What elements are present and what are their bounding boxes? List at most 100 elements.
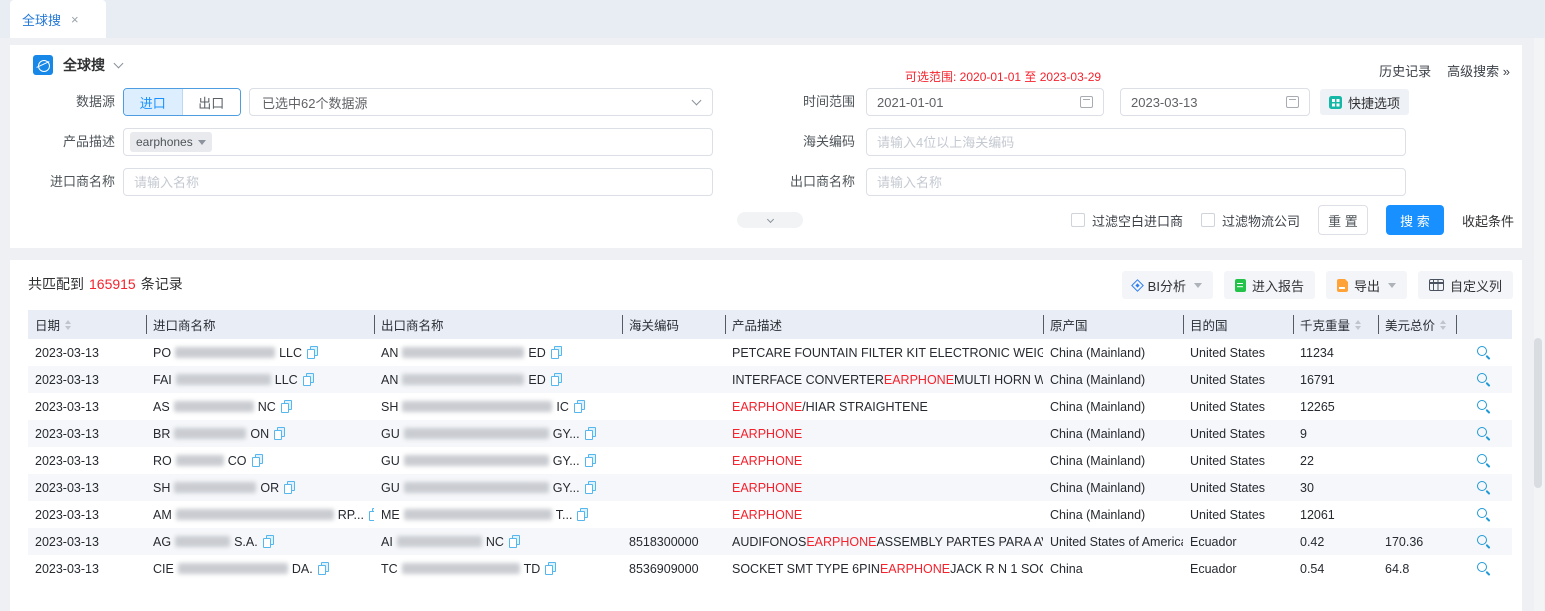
copy-icon[interactable] (577, 508, 588, 521)
tab-global-search[interactable]: 全球搜 × (10, 0, 106, 38)
row-actions-cell (1456, 474, 1512, 501)
advanced-search-link[interactable]: 高级搜索 » (1447, 61, 1510, 80)
data-source-select[interactable]: 已选中62个数据源 (249, 88, 713, 116)
search-button[interactable]: 搜 索 (1386, 205, 1444, 235)
copy-icon[interactable] (585, 454, 596, 467)
bi-analysis-button[interactable]: BI分析 (1122, 271, 1213, 299)
product-desc-cell: SOCKET SMT TYPE 6PIN EARPHONE JACK R N 1… (725, 555, 1043, 582)
copy-icon[interactable] (303, 373, 314, 386)
sort-icon[interactable] (1440, 320, 1446, 330)
row-detail-search-icon[interactable] (1477, 400, 1491, 414)
exporter-name-prefix: SH (381, 400, 398, 414)
export-button[interactable]: 导出 (1326, 271, 1407, 299)
copy-icon[interactable] (369, 508, 374, 521)
reset-button[interactable]: 重 置 (1318, 205, 1368, 235)
collapse-conditions-link[interactable]: 收起条件 (1462, 211, 1514, 230)
date-cell: 2023-03-13 (28, 366, 146, 393)
copy-icon[interactable] (307, 346, 318, 359)
row-actions-cell (1456, 420, 1512, 447)
copy-icon[interactable] (585, 427, 596, 440)
row-detail-search-icon[interactable] (1477, 562, 1491, 576)
column-header[interactable]: 海关编码 (622, 310, 725, 339)
scrollbar-thumb[interactable] (1534, 338, 1542, 488)
column-header[interactable]: 产品描述 (725, 310, 1043, 339)
copy-icon[interactable] (551, 373, 562, 386)
copy-icon[interactable] (545, 562, 556, 575)
importer-input[interactable] (124, 169, 712, 195)
row-detail-search-icon[interactable] (1477, 535, 1491, 549)
product-text: AUDIFONOS (732, 535, 806, 549)
exporter-name-prefix: AN (381, 346, 398, 360)
tab-close-icon[interactable]: × (71, 12, 79, 27)
table-row[interactable]: 2023-03-13BRONGUGY...EARPHONEChina (Main… (28, 420, 1512, 447)
table-row[interactable]: 2023-03-13AGS.A.AINC8518300000AUDIFONOS … (28, 528, 1512, 555)
product-desc-input[interactable]: earphones (123, 128, 713, 156)
copy-icon[interactable] (274, 427, 285, 440)
column-header-actions (1456, 310, 1512, 339)
row-detail-search-icon[interactable] (1477, 427, 1491, 441)
date-value: 2023-03-13 (35, 373, 99, 387)
copy-icon[interactable] (574, 400, 585, 413)
exporter-input[interactable] (867, 169, 1405, 195)
enter-report-button[interactable]: 进入报告 (1224, 271, 1315, 299)
quick-options-button[interactable]: 快捷选项 (1320, 89, 1409, 115)
date-from-input[interactable]: 2021-01-01 (866, 88, 1104, 116)
product-text: MULTI HORN WIRE... (954, 373, 1043, 387)
table-row[interactable]: 2023-03-13FAILLCANEDINTERFACE CONVERTER … (28, 366, 1512, 393)
row-detail-search-icon[interactable] (1477, 508, 1491, 522)
table-row[interactable]: 2023-03-13CIEDA.TCTD8536909000SOCKET SMT… (28, 555, 1512, 582)
weight-cell: 12061 (1293, 501, 1378, 528)
product-tag[interactable]: earphones (130, 132, 212, 152)
column-header[interactable]: 原产国 (1043, 310, 1183, 339)
sort-icon[interactable] (65, 320, 71, 330)
date-to-input[interactable]: 2023-03-13 (1120, 88, 1310, 116)
exporter-cell: GUGY... (374, 447, 622, 474)
sort-icon[interactable] (1355, 320, 1361, 330)
table-row[interactable]: 2023-03-13AMRP...MET...EARPHONEChina (Ma… (28, 501, 1512, 528)
filter-logistics-checkbox[interactable]: 过滤物流公司 (1201, 211, 1300, 230)
chevron-down-icon[interactable] (114, 59, 124, 69)
column-header[interactable]: 美元总价 (1378, 310, 1456, 339)
copy-icon[interactable] (252, 454, 263, 467)
exporter-name-redacted (404, 428, 549, 439)
copy-icon[interactable] (263, 535, 274, 548)
caret-down-icon (1388, 283, 1396, 288)
exporter-cell: GUGY... (374, 474, 622, 501)
checkbox-icon[interactable] (1071, 213, 1085, 227)
table-row[interactable]: 2023-03-13POLLCANEDPETCARE FOUNTAIN FILT… (28, 339, 1512, 366)
column-header[interactable]: 出口商名称 (374, 310, 622, 339)
hs-code-input[interactable] (867, 129, 1405, 155)
expand-more-button[interactable] (737, 212, 803, 228)
column-header[interactable]: 千克重量 (1293, 310, 1378, 339)
exporter-name-redacted (402, 374, 524, 385)
import-toggle-button[interactable]: 进口 (124, 89, 183, 115)
export-toggle-button[interactable]: 出口 (183, 89, 241, 115)
row-detail-search-icon[interactable] (1477, 373, 1491, 387)
date-cell: 2023-03-13 (28, 420, 146, 447)
importer-name-redacted (174, 401, 254, 412)
table-row[interactable]: 2023-03-13ROCOGUGY...EARPHONEChina (Main… (28, 447, 1512, 474)
column-header[interactable]: 日期 (28, 310, 146, 339)
row-detail-search-icon[interactable] (1477, 454, 1491, 468)
checkbox-icon[interactable] (1201, 213, 1215, 227)
copy-icon[interactable] (318, 562, 329, 575)
row-detail-search-icon[interactable] (1477, 481, 1491, 495)
history-link[interactable]: 历史记录 (1379, 61, 1431, 80)
sort-asc-icon (65, 320, 71, 324)
table-row[interactable]: 2023-03-13ASNCSHICEARPHONE/HIAR STRAIGHT… (28, 393, 1512, 420)
table-row[interactable]: 2023-03-13SHORGUGY...EARPHONEChina (Main… (28, 474, 1512, 501)
column-header[interactable]: 目的国 (1183, 310, 1293, 339)
copy-icon[interactable] (585, 481, 596, 494)
custom-columns-button[interactable]: 自定义列 (1418, 271, 1513, 299)
copy-icon[interactable] (281, 400, 292, 413)
row-detail-search-icon[interactable] (1477, 346, 1491, 360)
copy-icon[interactable] (284, 481, 295, 494)
copy-icon[interactable] (551, 346, 562, 359)
exporter-name-suffix: ED (528, 346, 545, 360)
hs-code-cell (622, 420, 725, 447)
dest-cell: United States (1183, 474, 1293, 501)
scrollbar-track[interactable] (1534, 38, 1544, 611)
filter-blank-importer-checkbox[interactable]: 过滤空白进口商 (1071, 211, 1183, 230)
column-header[interactable]: 进口商名称 (146, 310, 374, 339)
copy-icon[interactable] (509, 535, 520, 548)
